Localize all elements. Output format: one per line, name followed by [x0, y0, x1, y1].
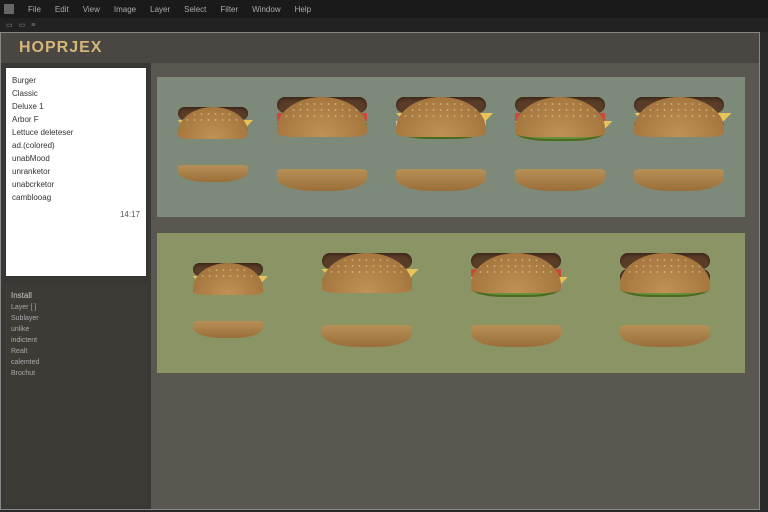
burger-thumbnail[interactable] [178, 107, 248, 187]
properties-panel: Install Layer [ ] Sublayer unlike indict… [5, 285, 147, 505]
panel-item[interactable]: Classic [12, 87, 140, 100]
menu-select[interactable]: Select [184, 5, 206, 14]
menu-window[interactable]: Window [252, 5, 280, 14]
burger-thumbnail[interactable] [620, 253, 710, 353]
menu-layer[interactable]: Layer [150, 5, 170, 14]
system-menubar: File Edit View Image Layer Select Filter… [0, 0, 768, 18]
sidebar: Burger Classic Deluxe 1 Arbor F Lettuce … [1, 63, 151, 509]
layers-panel[interactable]: Burger Classic Deluxe 1 Arbor F Lettuce … [5, 67, 147, 277]
panel-item[interactable]: Burger [12, 74, 140, 87]
canvas-area[interactable] [151, 63, 759, 509]
menu-filter[interactable]: Filter [220, 5, 238, 14]
menu-image[interactable]: Image [114, 5, 136, 14]
prop-row[interactable]: Realt [11, 346, 141, 357]
menu-view[interactable]: View [83, 5, 100, 14]
panel-item[interactable]: unranketor [12, 165, 140, 178]
menu-help[interactable]: Help [295, 5, 311, 14]
prop-row[interactable]: Layer [ ] [11, 302, 141, 313]
burger-thumbnail[interactable] [634, 97, 724, 197]
app-icon [4, 4, 14, 14]
menu-file[interactable]: File [28, 5, 41, 14]
prop-row[interactable]: unlike [11, 324, 141, 335]
panel-item[interactable]: unabMood [12, 152, 140, 165]
app-title: HOPRJEX [19, 39, 741, 57]
options-toolbar: ▭ ▭ ≡ [0, 18, 768, 32]
panel-item[interactable]: Deluxe 1 [12, 100, 140, 113]
app-header: HOPRJEX [1, 33, 759, 63]
panel-item[interactable]: Arbor F [12, 113, 140, 126]
burger-strip-top [157, 77, 745, 217]
menu-edit[interactable]: Edit [55, 5, 69, 14]
app-window: HOPRJEX Burger Classic Deluxe 1 Arbor F … [0, 32, 760, 510]
burger-thumbnail[interactable] [515, 97, 605, 197]
tool-opt-2[interactable]: ▭ [19, 21, 26, 29]
tool-opt-1[interactable]: ▭ [6, 21, 13, 29]
panel-footer: 14:17 [12, 210, 140, 219]
prop-row[interactable]: Sublayer [11, 313, 141, 324]
burger-thumbnail[interactable] [193, 263, 263, 343]
burger-thumbnail[interactable] [396, 97, 486, 197]
panel-item[interactable]: camblooag [12, 191, 140, 204]
burger-thumbnail[interactable] [322, 253, 412, 353]
panel-item[interactable]: ad.(colored) [12, 139, 140, 152]
prop-row[interactable]: calemted [11, 357, 141, 368]
burger-thumbnail[interactable] [277, 97, 367, 197]
prop-row[interactable]: Brochut [11, 368, 141, 379]
panel-item[interactable]: Lettuce deleteser [12, 126, 140, 139]
panel-header: Install [11, 291, 141, 300]
burger-strip-bottom [157, 233, 745, 373]
panel-item[interactable]: unabcrketor [12, 178, 140, 191]
burger-thumbnail[interactable] [471, 253, 561, 353]
tool-opt-3[interactable]: ≡ [31, 22, 35, 29]
prop-row[interactable]: indictent [11, 335, 141, 346]
